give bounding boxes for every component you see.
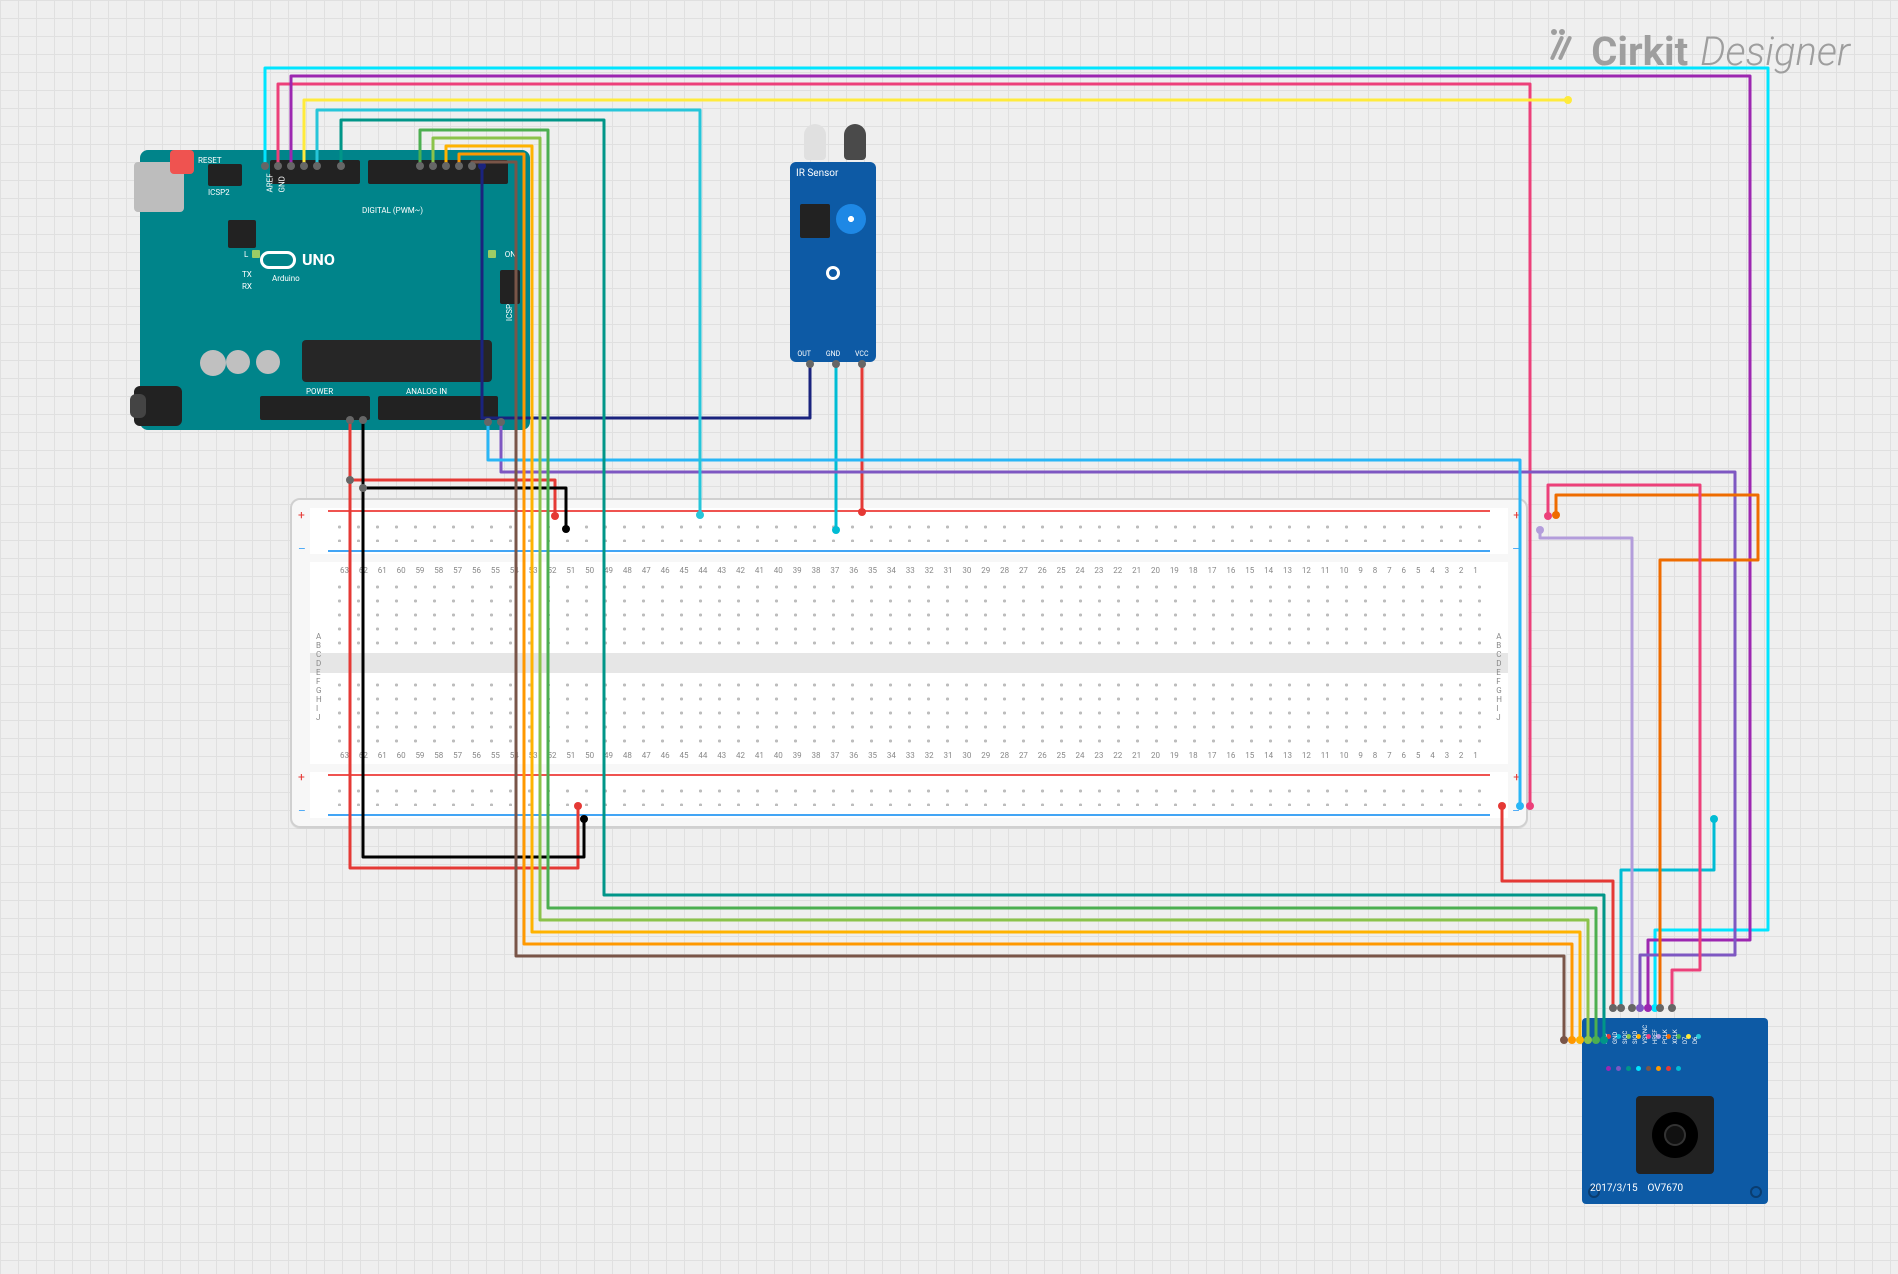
arduino-brand-block: UNO (260, 250, 335, 269)
camera-screw-br (1750, 1186, 1762, 1198)
wire-ir-out-to-d2[interactable] (482, 166, 810, 418)
camera-pin-d5[interactable] (1606, 1066, 1611, 1071)
digital-label: DIGITAL (PWM~) (362, 206, 423, 215)
breadboard-row-labels-left: ABCDEFGHIJ (316, 632, 322, 694)
bb-minus-tl: – (298, 542, 306, 556)
arduino-analog-header[interactable] (378, 396, 498, 420)
camera-pin-d4[interactable] (1616, 1066, 1621, 1071)
wire-cam-href[interactable] (1556, 495, 1758, 1008)
component-camera-ov7670[interactable]: 3V3GNDSIOCSIODVSYNCHREFPCLKXCLKD7D6 2017… (1582, 1018, 1768, 1204)
camera-pin-label-gnd: GND (1612, 1032, 1619, 1044)
arduino-model: UNO (302, 250, 335, 269)
ir-sensor-body: IR Sensor OUT GND VCC (790, 162, 876, 362)
arduino-on-led (488, 250, 496, 258)
arduino-capacitor-2 (256, 350, 280, 374)
camera-pin-d1[interactable] (1646, 1066, 1651, 1071)
arduino-tx-label: TX (242, 270, 252, 279)
camera-pin-label-vsync: VSYNC (1642, 1025, 1649, 1044)
camera-pin-label-sioc: SIOC (1622, 1031, 1629, 1044)
ir-pin-label-out: OUT (797, 350, 811, 358)
ir-pin-label-gnd: GND (826, 350, 840, 358)
breadboard-row-labels-right: ABCDEFGHIJ (1496, 632, 1502, 694)
ir-dark-led (844, 124, 866, 160)
breadboard-center-channel (310, 653, 1508, 673)
ir-sensor-mount-hole (826, 266, 840, 280)
bb-minus-br: – (1512, 804, 1520, 818)
camera-pin-label-3v3: 3V3 (1602, 1033, 1609, 1044)
arduino-capacitor-1 (226, 350, 250, 374)
ir-sensor-title: IR Sensor (796, 168, 870, 179)
power-section-label: POWER (306, 387, 333, 396)
ir-sensor-potentiometer[interactable] (836, 204, 866, 234)
ir-sensor-leds (804, 124, 866, 160)
component-breadboard[interactable]: 6362616059585756555453525150494847464544… (290, 498, 1528, 828)
ir-sensor-pin-labels: OUT GND VCC (790, 350, 876, 358)
camera-pin-label-siod: SIOD (1632, 1031, 1639, 1044)
bb-plus-tl: + (298, 508, 305, 522)
aref-pin-label: AREF (266, 173, 275, 192)
camera-pin-d3[interactable] (1626, 1066, 1631, 1071)
camera-lens (1652, 1112, 1698, 1158)
bb-minus-tr: – (1512, 542, 1520, 556)
component-arduino-uno[interactable]: RESET ICSP2 UNO Arduino L TX RX ON DIGIT… (140, 150, 530, 430)
breadboard-terminal-strips[interactable]: 6362616059585756555453525150494847464544… (310, 562, 1508, 764)
icsp-label: ICSP (505, 304, 514, 321)
ir-pin-label-vcc: VCC (855, 350, 869, 358)
analog-section-label: ANALOG IN (406, 387, 447, 396)
arduino-rx-label: RX (242, 282, 252, 291)
arduino-l-led (252, 250, 260, 258)
breadboard-column-labels-bottom: 6362616059585756555453525150494847464544… (340, 751, 1478, 760)
wire-cam-gnd[interactable] (1621, 819, 1714, 1008)
bb-plus-tr: + (1513, 508, 1520, 522)
camera-pin-label-href: HREF (1652, 1029, 1659, 1044)
bb-plus-bl: + (298, 770, 305, 784)
wire-cam-3v3[interactable] (1502, 806, 1613, 1008)
arduino-barrel-jack (134, 386, 182, 426)
camera-date-label: 2017/3/15 OV7670 (1590, 1183, 1683, 1194)
wire-cam-xclk[interactable] (1548, 485, 1700, 1008)
gnd-pin-label: GND (278, 176, 287, 192)
camera-pin-label-pclk: PCLK (1662, 1029, 1669, 1044)
wire-cam-vs[interactable] (1540, 530, 1632, 1008)
arduino-icsp-header[interactable] (500, 270, 520, 304)
component-ir-sensor[interactable]: IR Sensor OUT GND VCC (790, 124, 876, 362)
arduino-on-label: ON (505, 250, 516, 259)
camera-pin-label-xclk: XCLK (1672, 1029, 1679, 1044)
arduino-16u2-chip (228, 220, 256, 248)
arduino-capacitor-3 (200, 350, 226, 376)
breadboard-power-rail-bottom[interactable] (310, 772, 1508, 818)
breadboard-column-labels-top: 6362616059585756555453525150494847464544… (340, 566, 1478, 575)
bb-plus-br: + (1513, 770, 1520, 784)
camera-pin-d0[interactable] (1656, 1066, 1661, 1071)
camera-pin-label-d6: D6 (1692, 1037, 1699, 1044)
camera-pin-d2[interactable] (1636, 1066, 1641, 1071)
ir-clear-led (804, 124, 826, 160)
arduino-power-header[interactable] (260, 396, 370, 420)
arduino-infinity-icon (260, 251, 296, 269)
arduino-digital-header-2[interactable] (368, 160, 508, 184)
camera-pin-pwdn[interactable] (1676, 1066, 1681, 1071)
arduino-atmega-chip (302, 340, 492, 382)
arduino-icsp2-header[interactable] (208, 164, 242, 186)
bb-minus-bl: – (298, 804, 306, 818)
arduino-brand-label: Arduino (272, 274, 300, 283)
ir-sensor-comparator-chip (800, 204, 830, 238)
icsp2-label: ICSP2 (208, 188, 230, 197)
design-canvas[interactable]: RESET ICSP2 UNO Arduino L TX RX ON DIGIT… (0, 0, 1898, 1274)
camera-pin-label-d7: D7 (1682, 1037, 1689, 1044)
breadboard-power-rail-top[interactable] (310, 508, 1508, 554)
arduino-reset-button[interactable] (170, 150, 194, 174)
camera-pin-reset[interactable] (1666, 1066, 1671, 1071)
arduino-l-label: L (244, 250, 248, 259)
